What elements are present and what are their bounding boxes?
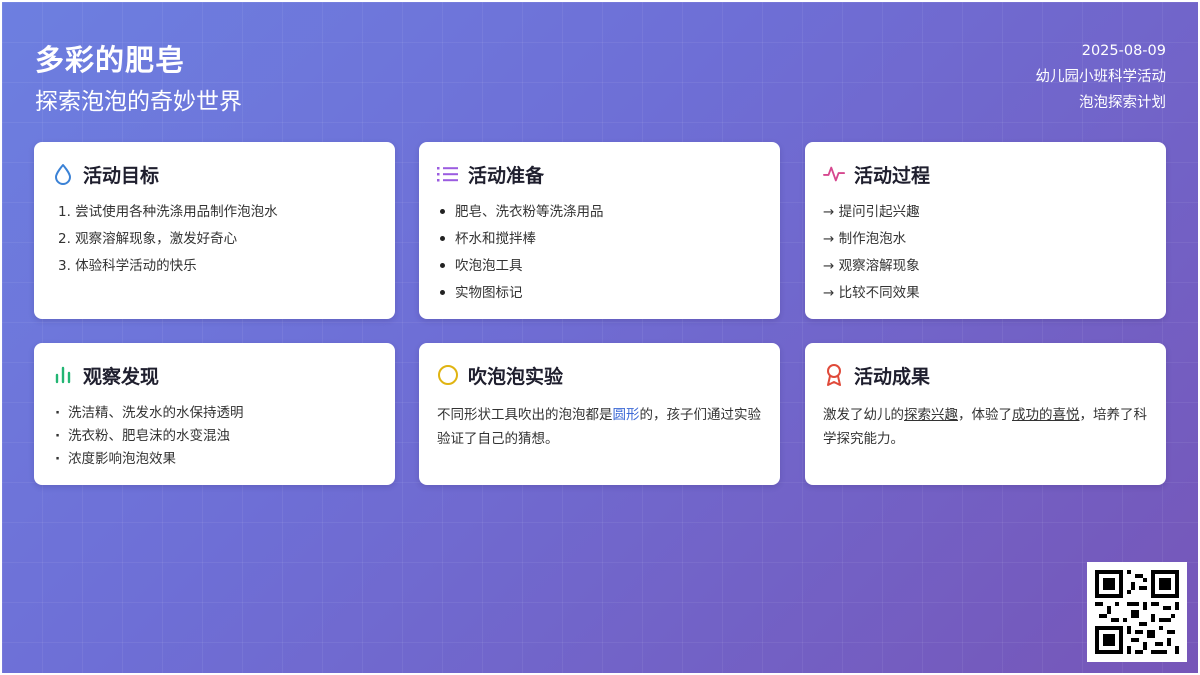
card-title: 活动过程 [854,164,931,187]
bar-chart-icon [52,364,74,386]
slide: 多彩的肥皂 探索泡泡的奇妙世界 2025-08-09 幼儿园小班科学活动 泡泡探… [2,2,1198,673]
list-item: → 观察溶解现象 [823,258,920,274]
card-header: 活动成果 [823,363,1148,388]
text-segment: 不同形状工具吹出的泡泡都是 [437,407,613,423]
card-title: 活动准备 [468,164,545,187]
list-item: 杯水和搅拌棒 [437,229,762,256]
page-title: 多彩的肥皂 [35,43,186,77]
list-item: 洗洁精、洗发水的水保持透明 [52,403,377,426]
award-icon [823,364,845,386]
list-item: 2. 观察溶解现象，激发好奇心 [58,231,238,247]
card-goals: 活动目标 1. 尝试使用各种洗涤用品制作泡泡水 2. 观察溶解现象，激发好奇心 … [34,142,395,319]
list-item: 洗衣粉、肥皂沫的水变混浊 [52,426,377,449]
card-title: 活动成果 [854,365,931,388]
droplet-icon [52,163,74,185]
experiment-text: 不同形状工具吹出的泡泡都是圆形的，孩子们通过实验验证了自己的猜想。 [437,403,762,451]
list-item: → 提问引起兴趣 [823,204,920,220]
circle-icon [437,364,459,386]
text-segment: ，体验了 [958,407,1012,423]
text-segment: 激发了幼儿的 [823,407,904,423]
list-item: 1. 尝试使用各种洗涤用品制作泡泡水 [58,204,278,220]
card-findings: 观察发现 洗洁精、洗发水的水保持透明 洗衣粉、肥皂沫的水变混浊 浓度影响泡泡效果 [34,343,395,485]
page-subtitle: 探索泡泡的奇妙世界 [35,89,242,115]
card-results: 活动成果 激发了幼儿的探索兴趣，体验了成功的喜悦，培养了科学探究能力。 [805,343,1166,485]
plan-name: 泡泡探索计划 [1079,95,1166,111]
card-preparation: 活动准备 肥皂、洗衣粉等洗涤用品 杯水和搅拌棒 吹泡泡工具 实物图标记 [419,142,780,319]
list-item: 浓度影响泡泡效果 [52,449,377,472]
list-item: 吹泡泡工具 [437,256,762,283]
list-item: 肥皂、洗衣粉等洗涤用品 [437,202,762,229]
results-text: 激发了幼儿的探索兴趣，体验了成功的喜悦，培养了科学探究能力。 [823,403,1148,451]
card-process: 活动过程 → 提问引起兴趣 → 制作泡泡水 → 观察溶解现象 → 比较不同效果 [805,142,1166,319]
list-item: → 比较不同效果 [823,285,920,301]
card-title: 活动目标 [83,164,160,187]
header-meta: 2025-08-09 幼儿园小班科学活动 泡泡探索计划 [1036,38,1167,116]
preparation-list: 肥皂、洗衣粉等洗涤用品 杯水和搅拌棒 吹泡泡工具 实物图标记 [437,202,762,310]
pulse-icon [823,163,845,185]
underlined-text: 探索兴趣 [904,407,958,423]
class-info: 幼儿园小班科学活动 [1035,69,1167,85]
card-header: 活动准备 [437,162,762,187]
list-item: 3. 体验科学活动的快乐 [58,258,197,274]
underlined-text: 成功的喜悦 [1012,407,1080,423]
card-header: 吹泡泡实验 [437,363,762,388]
goals-list: 1. 尝试使用各种洗涤用品制作泡泡水 2. 观察溶解现象，激发好奇心 3. 体验… [52,202,377,283]
card-header: 活动过程 [823,162,1148,187]
list-icon [437,163,459,185]
card-title: 吹泡泡实验 [468,365,564,388]
card-header: 观察发现 [52,363,377,388]
findings-list: 洗洁精、洗发水的水保持透明 洗衣粉、肥皂沫的水变混浊 浓度影响泡泡效果 [52,403,377,472]
process-list: → 提问引起兴趣 → 制作泡泡水 → 观察溶解现象 → 比较不同效果 [823,202,1148,310]
list-item: 实物图标记 [437,283,762,310]
activity-date: 2025-08-09 [1081,43,1166,59]
list-item: → 制作泡泡水 [823,231,907,247]
qr-code-icon [1087,562,1187,662]
card-title: 观察发现 [83,365,160,388]
card-header: 活动目标 [52,162,377,187]
highlight-text: 圆形 [612,407,640,423]
card-experiment: 吹泡泡实验 不同形状工具吹出的泡泡都是圆形的，孩子们通过实验验证了自己的猜想。 [419,343,780,485]
